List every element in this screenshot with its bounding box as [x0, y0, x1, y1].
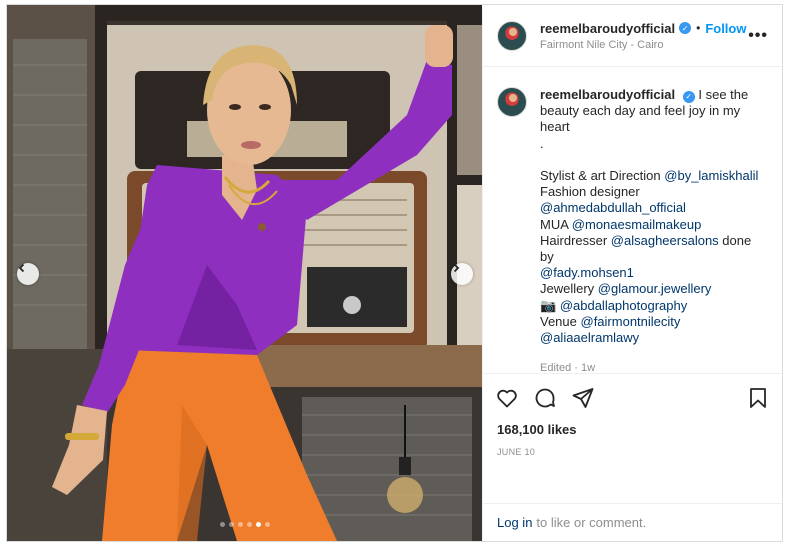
mention-link[interactable]: @monaesmailmakeup — [572, 217, 702, 232]
chevron-left-icon — [18, 263, 25, 273]
caption-line: Venue @fairmontnilecity — [540, 313, 681, 329]
post-modal: reemelbaroudyofficial ✓ • Follow Fairmon… — [6, 4, 783, 542]
caption-line: Fashion designer — [540, 184, 640, 200]
caption-avatar[interactable] — [497, 87, 527, 117]
bookmark-icon[interactable] — [746, 386, 770, 410]
verified-badge-icon: ✓ — [679, 22, 692, 34]
mention-link[interactable]: @aliaaelramlawy — [540, 330, 768, 346]
mention-link[interactable]: @ahmedabdullah_official — [540, 200, 768, 216]
caption-line — [540, 152, 768, 168]
carousel-next-button[interactable] — [451, 263, 473, 285]
header-user-row: reemelbaroudyofficial ✓ • Follow — [540, 21, 748, 36]
action-buttons-row — [495, 382, 770, 414]
mention-link[interactable]: @fady.mohsen1 — [540, 265, 768, 281]
post-photo[interactable] — [7, 5, 482, 541]
post-location[interactable]: Fairmont Nile City - Cairo — [540, 39, 748, 51]
caption-line: Stylist & art Direction @by_lamiskhalil — [540, 168, 759, 184]
login-link[interactable]: Log in — [497, 515, 532, 530]
caption-line: Hairdresser @alsagheersalons done by — [540, 232, 752, 265]
send-icon[interactable] — [571, 386, 595, 410]
caption-line: beauty each day and feel joy in my heart — [540, 103, 741, 135]
comments-area: reemelbaroudyofficial ✓ I see the beauty… — [483, 67, 782, 373]
more-options-button[interactable]: ••• — [748, 27, 768, 45]
carousel-dot — [246, 522, 252, 527]
follow-button[interactable]: Follow — [705, 21, 746, 36]
post-side-panel: reemelbaroudyofficial ✓ • Follow Fairmon… — [482, 5, 782, 541]
mention-link[interactable]: @glamour.jewellery — [598, 281, 712, 296]
caption-line: Jewellery @glamour.jewellery — [540, 281, 712, 297]
heart-icon[interactable] — [495, 386, 519, 410]
carousel-dot — [264, 522, 270, 527]
mention-link[interactable]: @by_lamiskhalil — [664, 168, 758, 183]
carousel-dot — [219, 522, 225, 527]
carousel-dot-active — [255, 522, 261, 527]
caption: reemelbaroudyofficial ✓ I see the beauty… — [497, 87, 768, 373]
caption-line: 📷 @abdallaphotography — [540, 297, 688, 313]
mention-link[interactable]: @alsagheersalons — [611, 233, 719, 248]
post-actions: 168,100 likes JUNE 10 — [483, 373, 782, 503]
login-prompt: Log in to like or comment. — [483, 503, 782, 541]
verified-badge-icon: ✓ — [682, 91, 695, 104]
carousel-dot — [228, 522, 234, 527]
caption-line: . — [540, 135, 544, 151]
post-date[interactable]: JUNE 10 — [495, 447, 770, 457]
avatar[interactable] — [497, 20, 527, 51]
post-header: reemelbaroudyofficial ✓ • Follow Fairmon… — [483, 5, 782, 67]
header-username[interactable]: reemelbaroudyofficial — [540, 21, 675, 36]
photo-illustration — [7, 5, 482, 541]
caption-body: reemelbaroudyofficial ✓ I see the beauty… — [540, 87, 768, 373]
carousel-indicator — [7, 522, 482, 527]
carousel-dot — [237, 522, 243, 527]
header-separator: • — [696, 21, 701, 35]
caption-line: MUA @monaesmailmakeup — [540, 216, 702, 232]
likes-count[interactable]: 168,100 likes — [495, 422, 770, 437]
carousel-prev-button[interactable] — [17, 263, 39, 285]
login-prompt-text: to like or comment. — [536, 515, 647, 530]
action-buttons-left — [495, 386, 746, 410]
edited-timestamp: Edited · 1w — [540, 362, 596, 373]
mention-link[interactable]: @abdallaphotography — [560, 298, 687, 313]
mention-link[interactable]: @fairmontnilecity — [581, 314, 681, 329]
comment-icon[interactable] — [533, 386, 557, 410]
caption-username[interactable]: reemelbaroudyofficial — [540, 87, 675, 102]
caption-line: I see the — [698, 87, 749, 102]
header-text: reemelbaroudyofficial ✓ • Follow Fairmon… — [540, 21, 748, 51]
chevron-right-icon — [453, 263, 460, 273]
